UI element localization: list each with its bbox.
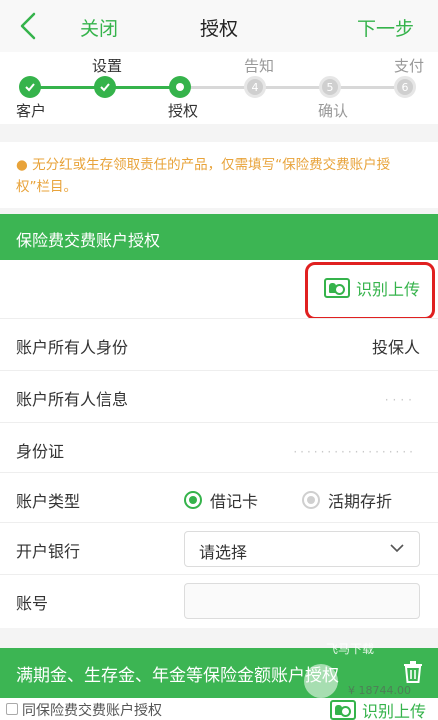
progress-stepper: 4 5 6 客户 设置 授权 告知 确认 支付 bbox=[0, 52, 438, 124]
radio-checked-icon bbox=[184, 491, 202, 509]
row-bank: 开户银行 请选择 bbox=[0, 522, 438, 574]
masked-id-value: ·················· bbox=[293, 445, 416, 459]
section-header-benefit-title: 满期金、生存金、年金等保险金额账户授权 bbox=[16, 666, 339, 686]
next-step-button[interactable]: 下一步 bbox=[357, 14, 414, 41]
bank-label: 开户银行 bbox=[16, 542, 81, 561]
step-connector bbox=[180, 86, 405, 89]
row-owner-identity: 账户所有人身份 投保人 bbox=[0, 318, 438, 370]
watermark-amount: ¥ 18744.00 bbox=[348, 684, 411, 697]
owner-identity-value[interactable]: 投保人 bbox=[372, 334, 420, 358]
row-account-number: 账号 bbox=[0, 574, 438, 626]
watermark: 飞马下载 ¥ 18744.00 bbox=[296, 640, 436, 712]
step-2-check-icon bbox=[94, 76, 116, 98]
radio-passbook[interactable]: 活期存折 bbox=[302, 488, 392, 512]
notice-text: 无分红或生存领取责任的产品，仅需填写“保险费交费账户授权”栏目。 bbox=[16, 157, 391, 195]
step-4-dot: 4 bbox=[244, 76, 266, 98]
account-number-label: 账号 bbox=[16, 594, 49, 613]
chevron-down-icon bbox=[390, 544, 404, 553]
radio-debit-card[interactable]: 借记卡 bbox=[184, 488, 258, 512]
step-5-dot: 5 bbox=[319, 76, 341, 98]
watermark-text: 飞马下载 bbox=[326, 642, 375, 656]
divider bbox=[0, 124, 438, 142]
step-6-dot: 6 bbox=[394, 76, 416, 98]
step-1-check-icon bbox=[19, 76, 41, 98]
step-label-confirm: 确认 bbox=[318, 102, 349, 120]
same-account-label: 同保险费交费账户授权 bbox=[22, 703, 162, 719]
same-account-checkbox[interactable] bbox=[6, 703, 18, 715]
notice-box: ● 无分红或生存领取责任的产品，仅需填写“保险费交费账户授权”栏目。 bbox=[0, 142, 438, 208]
radio-passbook-label: 活期存折 bbox=[328, 492, 393, 511]
top-navbar: 关闭 授权 下一步 bbox=[0, 0, 438, 52]
account-number-input[interactable] bbox=[184, 583, 420, 619]
info-icon: ● bbox=[16, 157, 28, 173]
watermark-logo-icon bbox=[304, 664, 338, 698]
id-card-label: 身份证 bbox=[16, 442, 65, 461]
radio-debit-card-label: 借记卡 bbox=[210, 492, 259, 511]
recognize-upload-button[interactable]: 识别上传 bbox=[324, 276, 420, 300]
account-type-label: 账户类型 bbox=[16, 492, 81, 511]
bank-select[interactable]: 请选择 bbox=[184, 531, 420, 567]
id-card-icon bbox=[324, 278, 350, 298]
step-label-authorize: 授权 bbox=[168, 102, 199, 120]
masked-value: ···· bbox=[384, 393, 416, 407]
owner-identity-label: 账户所有人身份 bbox=[16, 338, 129, 357]
step-label-pay: 支付 bbox=[394, 57, 425, 75]
step-label-customer: 客户 bbox=[16, 102, 47, 120]
step-label-notify: 告知 bbox=[244, 57, 275, 75]
step-3-current-dot bbox=[169, 76, 191, 98]
row-account-type: 账户类型 借记卡 活期存折 bbox=[0, 472, 438, 524]
row-id-card: 身份证 ·················· bbox=[0, 422, 438, 474]
radio-unchecked-icon bbox=[302, 491, 320, 509]
bank-select-value: 请选择 bbox=[199, 543, 248, 562]
step-label-settings: 设置 bbox=[92, 57, 123, 75]
owner-info-label: 账户所有人信息 bbox=[16, 390, 129, 409]
row-owner-info: 账户所有人信息 ···· bbox=[0, 370, 438, 422]
recognize-upload-label: 识别上传 bbox=[356, 280, 421, 299]
section-header-premium-account: 保险费交费账户授权 bbox=[0, 214, 438, 260]
